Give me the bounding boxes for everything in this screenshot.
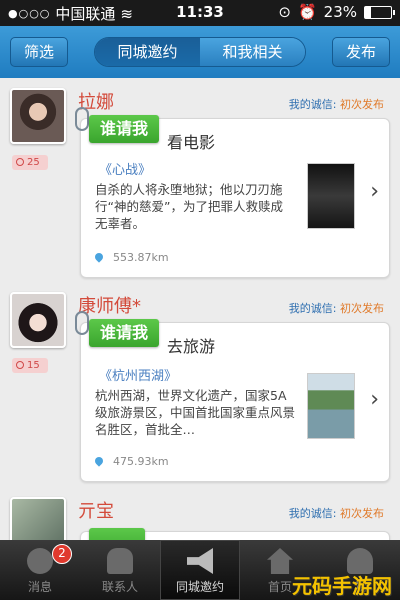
chevron-right-icon[interactable]: › [370, 387, 379, 412]
tab-messages[interactable]: 2 消息 [0, 540, 80, 600]
megaphone-icon [187, 548, 213, 574]
battery-icon [364, 5, 395, 19]
invite-card[interactable] [80, 528, 390, 540]
views-badge: 25 [12, 155, 48, 170]
invite-feed: 25 拉娜 我的诚信: 初次发布 谁请我 看电影 《心战》 自杀的人将永堕地狱；… [0, 78, 400, 540]
paperclip-icon [75, 311, 89, 335]
invite-tag [89, 528, 145, 540]
tab-label: 消息 [27, 580, 52, 594]
distance: 553.87km [93, 251, 169, 264]
battery-percent: 23% [323, 3, 357, 21]
search-icon [16, 158, 24, 166]
contacts-icon [107, 548, 133, 574]
avatar[interactable] [10, 292, 66, 348]
activity-subtitle: 《心战》 [99, 163, 152, 178]
views-badge: 15 [12, 358, 48, 373]
user-name[interactable]: 亓宝 [78, 497, 114, 523]
tab-label: 联系人 [101, 580, 138, 594]
invite-card[interactable]: 谁请我 看电影 《心战》 自杀的人将永堕地狱；他以刀刃施行“神的慈爱”，为了把罪… [75, 107, 390, 278]
tab-local-invites-bottom[interactable]: 同城邀约 [160, 540, 240, 600]
publish-button[interactable]: 发布 [332, 37, 390, 67]
avatar[interactable] [10, 497, 66, 540]
feed-item: 15 康师傅* 我的诚信: 初次发布 谁请我 去旅游 《杭州西湖》 杭州西湖，世… [0, 288, 400, 493]
activity-subtitle: 《杭州西湖》 [99, 369, 178, 384]
feed-item: 25 拉娜 我的诚信: 初次发布 谁请我 看电影 《心战》 自杀的人将永堕地狱；… [0, 78, 400, 288]
trust-info: 我的诚信: 初次发布 [288, 302, 384, 315]
segmented-control: 同城邀约 和我相关 [94, 37, 306, 67]
activity-title: 看电影 [167, 133, 216, 152]
invite-tag: 谁请我 [89, 115, 159, 143]
status-bar: ●○○○ 中国联通 ≋ 11:33 ⊙ ⏰ 23% [0, 0, 400, 26]
alarm-icon: ⏰ [297, 3, 317, 21]
activity-title: 去旅游 [167, 337, 216, 356]
chat-icon [27, 548, 53, 574]
location-pin-icon [93, 455, 105, 467]
tab-related-to-me[interactable]: 和我相关 [200, 38, 305, 66]
trust-info: 我的诚信: 初次发布 [288, 98, 384, 111]
nav-bar: 筛选 同城邀约 和我相关 发布 [0, 26, 400, 78]
search-icon [16, 361, 24, 369]
chevron-right-icon[interactable]: › [370, 179, 379, 204]
activity-description: 杭州西湖，世界文化遗产，国家5A级旅游景区，中国首批国家重点风景名胜区，首批全… [95, 388, 296, 437]
trust-info: 我的诚信: 初次发布 [288, 507, 384, 520]
tab-label: 同城邀约 [175, 580, 224, 594]
paperclip-icon [75, 107, 89, 131]
feed-item: 亓宝 我的诚信: 初次发布 [0, 493, 400, 540]
unread-badge: 2 [52, 544, 72, 564]
activity-description: 自杀的人将永堕地狱；他以刀刃施行“神的慈爱”，为了把罪人救赎成无辜者。 [95, 182, 283, 231]
battery-fill [365, 6, 371, 18]
distance: 475.93km [93, 455, 169, 468]
site-watermark: 元码手游网 [292, 574, 392, 598]
location-pin-icon [93, 251, 105, 263]
filter-button[interactable]: 筛选 [10, 37, 68, 67]
invite-card[interactable]: 谁请我 去旅游 《杭州西湖》 杭州西湖，世界文化遗产，国家5A级旅游景区，中国首… [75, 311, 390, 482]
home-icon [267, 548, 293, 574]
tab-local-invites[interactable]: 同城邀约 [95, 38, 200, 66]
rotation-lock-icon: ⊙ [278, 3, 291, 21]
lake-photo-thumbnail[interactable] [307, 373, 355, 439]
invite-tag: 谁请我 [89, 319, 159, 347]
movie-poster-thumbnail[interactable] [307, 163, 355, 229]
tab-contacts[interactable]: 联系人 [80, 540, 160, 600]
avatar[interactable] [10, 88, 66, 144]
